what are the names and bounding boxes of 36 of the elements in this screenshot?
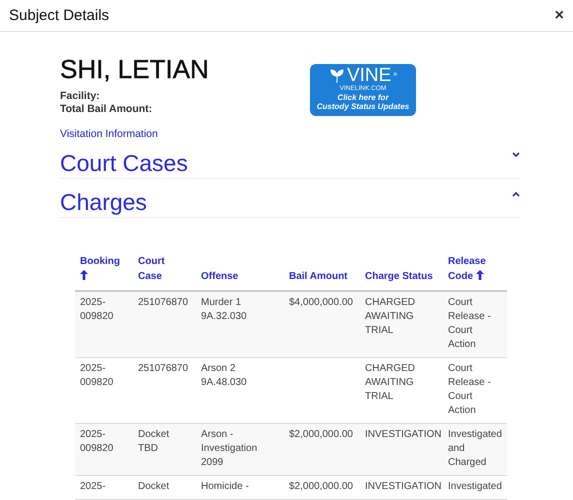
table-cell: Docket TBD: [138, 429, 170, 454]
table-cell: Court Release - Court Action: [448, 363, 491, 416]
table-cell: Docket: [138, 481, 170, 492]
subject-name: SHI, LETIAN: [60, 54, 209, 84]
table-cell: Arson 2 9A.48.030: [201, 363, 247, 388]
chevron-down-icon: [512, 152, 520, 158]
table-cell: $2,000,000.00: [289, 481, 353, 492]
visitation-link[interactable]: Visitation Information: [60, 128, 158, 140]
sort-up-icon: [476, 270, 484, 280]
table-cell: 2025-: [80, 481, 106, 492]
section-header[interactable]: Charges: [60, 187, 520, 218]
table-cell: Investigated and Charged: [448, 429, 502, 468]
table-cell: $4,000,000.00: [289, 297, 353, 308]
table-cell: Murder 1 9A.32.030: [201, 297, 247, 322]
table-cell: 2025-009820: [80, 363, 114, 388]
table-cell: Investigated: [448, 481, 502, 492]
chevron-up-icon: [512, 191, 520, 197]
table-cell: 2025-009820: [80, 297, 114, 322]
table-cell: INVESTIGATION: [365, 481, 442, 492]
close-button[interactable]: ×: [554, 8, 564, 24]
table-cell: INVESTIGATION: [365, 429, 442, 440]
table-cell: Arson - Investigation 2099: [201, 429, 258, 468]
field-label: Facility:: [60, 90, 100, 103]
section-header[interactable]: Court Cases: [60, 148, 520, 179]
table-cell: $2,000,000.00: [289, 429, 353, 440]
table-cell: CHARGED AWAITING TRIAL: [365, 363, 416, 402]
table-cell: CHARGED AWAITING TRIAL: [365, 297, 416, 336]
table-cell: 251076870: [138, 297, 188, 308]
table-cell: 2025-009820: [80, 429, 114, 454]
sort-up-icon: [80, 270, 88, 280]
field-label: Total Bail Amount:: [60, 103, 152, 116]
sprout-icon: [328, 68, 345, 84]
table-cell: 251076870: [138, 363, 188, 374]
dialog-title: Subject Details: [9, 7, 110, 24]
table-cell: Court Release - Court Action: [448, 297, 491, 350]
table-cell: Homicide -: [201, 481, 249, 492]
